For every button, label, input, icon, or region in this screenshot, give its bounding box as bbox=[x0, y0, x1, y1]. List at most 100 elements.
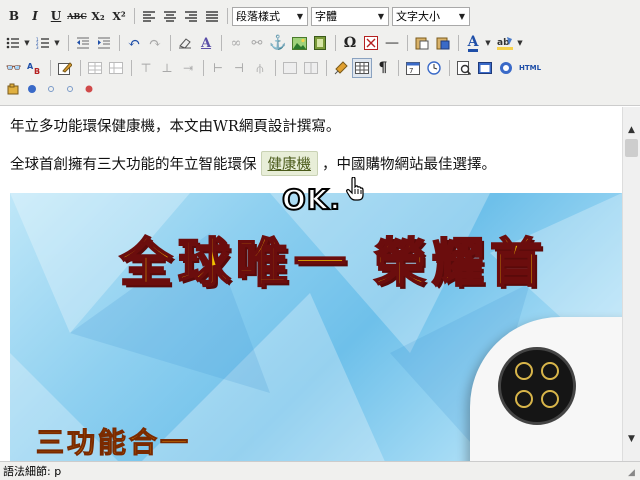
separator bbox=[221, 35, 222, 51]
underline-button[interactable]: U bbox=[46, 6, 66, 26]
insert-date-icon[interactable]: 7 bbox=[403, 58, 423, 78]
svg-text:3: 3 bbox=[36, 45, 39, 49]
chevron-down-icon[interactable]: ▼ bbox=[516, 33, 524, 53]
toolbar-row-2: ▼ 123 ▼ ↶ ↷ A ∞ ⚯ ⚓ Ω — A ▼ ab ▼ bbox=[4, 32, 527, 54]
row-before-icon[interactable]: ⊤ bbox=[136, 58, 156, 78]
style-props-icon[interactable] bbox=[80, 79, 98, 99]
paragraph-text-after: ，中國購物網站最佳選擇。 bbox=[322, 157, 496, 173]
outdent-icon[interactable] bbox=[73, 33, 93, 53]
font-select-value: 字體 bbox=[315, 10, 337, 23]
cleanup-icon[interactable] bbox=[331, 58, 351, 78]
ok-overlay-label: OK. bbox=[281, 182, 342, 217]
undo-icon[interactable]: ↶ bbox=[124, 33, 144, 53]
insert-layer-icon[interactable] bbox=[4, 79, 22, 99]
html-source-button[interactable]: HTML bbox=[517, 58, 543, 78]
product-link[interactable]: 健康機 bbox=[260, 151, 318, 176]
chevron-down-icon[interactable]: ▼ bbox=[484, 33, 492, 53]
font-size-select[interactable]: 文字大小 ▼ bbox=[392, 6, 470, 26]
show-blocks-icon[interactable]: ¶ bbox=[373, 58, 393, 78]
chevron-down-icon[interactable]: ▼ bbox=[53, 33, 61, 53]
align-center-icon[interactable] bbox=[160, 6, 180, 26]
svg-text:B: B bbox=[34, 67, 40, 75]
chevron-down-icon[interactable]: ▼ bbox=[23, 33, 31, 53]
insert-image-special-icon[interactable] bbox=[361, 33, 381, 53]
format-select-value: 段落樣式 bbox=[236, 10, 280, 23]
italic-button[interactable]: I bbox=[25, 6, 45, 26]
separator bbox=[203, 60, 204, 76]
scroll-thumb[interactable] bbox=[625, 139, 638, 157]
strikethrough-button[interactable]: ABC bbox=[67, 6, 87, 26]
align-right-icon[interactable] bbox=[181, 6, 201, 26]
format-select[interactable]: 段落樣式 ▼ bbox=[232, 6, 308, 26]
styles-icon[interactable]: A bbox=[196, 33, 216, 53]
media-icon[interactable] bbox=[310, 33, 330, 53]
preview-icon[interactable] bbox=[454, 58, 474, 78]
indent-icon[interactable] bbox=[94, 33, 114, 53]
eraser-icon[interactable] bbox=[175, 33, 195, 53]
unlink-icon[interactable]: ⚯ bbox=[247, 33, 267, 53]
separator bbox=[326, 60, 327, 76]
separator bbox=[275, 60, 276, 76]
move-backward-icon[interactable] bbox=[42, 79, 60, 99]
toolbar-row-4 bbox=[4, 80, 99, 98]
delete-row-icon[interactable]: ⇥ bbox=[178, 58, 198, 78]
fullscreen-icon[interactable] bbox=[475, 58, 495, 78]
absolute-icon[interactable] bbox=[61, 79, 79, 99]
separator bbox=[227, 8, 228, 24]
delete-col-icon[interactable]: ⫛ bbox=[250, 58, 270, 78]
link-icon[interactable]: ∞ bbox=[226, 33, 246, 53]
background-color-icon[interactable]: ab bbox=[495, 33, 515, 53]
bullet-list-icon[interactable] bbox=[4, 33, 22, 53]
special-char-icon[interactable]: Ω bbox=[340, 33, 360, 53]
editor-content-area[interactable]: 年立多功能環保健康機，本文由WR網頁設計撰寫。 全球首創擁有三大功能的年立智能環… bbox=[0, 107, 622, 461]
align-justify-icon[interactable] bbox=[202, 6, 222, 26]
template-icon[interactable] bbox=[496, 58, 516, 78]
separator bbox=[80, 60, 81, 76]
editor-toolbar: B I U ABC X₂ X² 段落樣式 ▼ 字體 ▼ 文字大小 ▼ ▼ 123 ▼ … bbox=[0, 0, 640, 106]
paste-text-icon[interactable] bbox=[412, 33, 432, 53]
horizontal-rule-icon[interactable]: — bbox=[382, 33, 402, 53]
replace-icon[interactable]: AB bbox=[25, 58, 45, 78]
align-left-icon[interactable] bbox=[139, 6, 159, 26]
edit-properties-icon[interactable] bbox=[55, 58, 75, 78]
scroll-down-icon[interactable]: ▼ bbox=[623, 430, 640, 447]
text-color-icon[interactable]: A bbox=[463, 33, 483, 53]
separator bbox=[458, 35, 459, 51]
control-panel bbox=[498, 347, 576, 425]
col-after-icon[interactable]: ⊣ bbox=[229, 58, 249, 78]
move-forward-icon[interactable] bbox=[23, 79, 41, 99]
paragraph-intro: 年立多功能環保健康機，本文由WR網頁設計撰寫。 bbox=[10, 119, 341, 135]
subscript-button[interactable]: X₂ bbox=[88, 6, 108, 26]
product-banner-image[interactable]: 全球唯一 榮耀首 三功能合一 bbox=[10, 193, 622, 461]
separator bbox=[398, 60, 399, 76]
banner-headline-part-1: 全球唯一 bbox=[119, 233, 353, 295]
image-icon[interactable] bbox=[289, 33, 309, 53]
element-path[interactable]: 語法細節: p bbox=[3, 463, 61, 479]
redo-icon[interactable]: ↷ bbox=[145, 33, 165, 53]
chevron-down-icon: ▼ bbox=[377, 11, 385, 21]
bold-button[interactable]: B bbox=[4, 6, 24, 26]
superscript-button[interactable]: X² bbox=[109, 6, 129, 26]
numbered-list-icon[interactable]: 123 bbox=[34, 33, 52, 53]
paste-word-icon[interactable] bbox=[433, 33, 453, 53]
hand-pointer-icon bbox=[346, 176, 364, 207]
col-before-icon[interactable]: ⊢ bbox=[208, 58, 228, 78]
anchor-icon[interactable]: ⚓ bbox=[268, 33, 288, 53]
svg-text:A: A bbox=[27, 62, 34, 71]
row-after-icon[interactable]: ⊥ bbox=[157, 58, 177, 78]
font-select[interactable]: 字體 ▼ bbox=[311, 6, 389, 26]
font-size-select-value: 文字大小 bbox=[396, 10, 440, 23]
visual-aid-icon[interactable] bbox=[352, 58, 372, 78]
resize-handle-icon[interactable]: ◢ bbox=[628, 468, 638, 478]
table-icon[interactable] bbox=[85, 58, 105, 78]
separator bbox=[119, 35, 120, 51]
separator bbox=[407, 35, 408, 51]
banner-headline-part-2: 榮耀首 bbox=[373, 233, 549, 295]
table-props-icon[interactable] bbox=[106, 58, 126, 78]
split-cells-icon[interactable] bbox=[301, 58, 321, 78]
insert-time-icon[interactable] bbox=[424, 58, 444, 78]
editor-scrollbar[interactable]: ▲ ▼ bbox=[622, 107, 640, 461]
find-icon[interactable]: 👓 bbox=[4, 58, 24, 78]
merge-cells-icon[interactable] bbox=[280, 58, 300, 78]
scroll-up-icon[interactable]: ▲ bbox=[623, 121, 640, 138]
